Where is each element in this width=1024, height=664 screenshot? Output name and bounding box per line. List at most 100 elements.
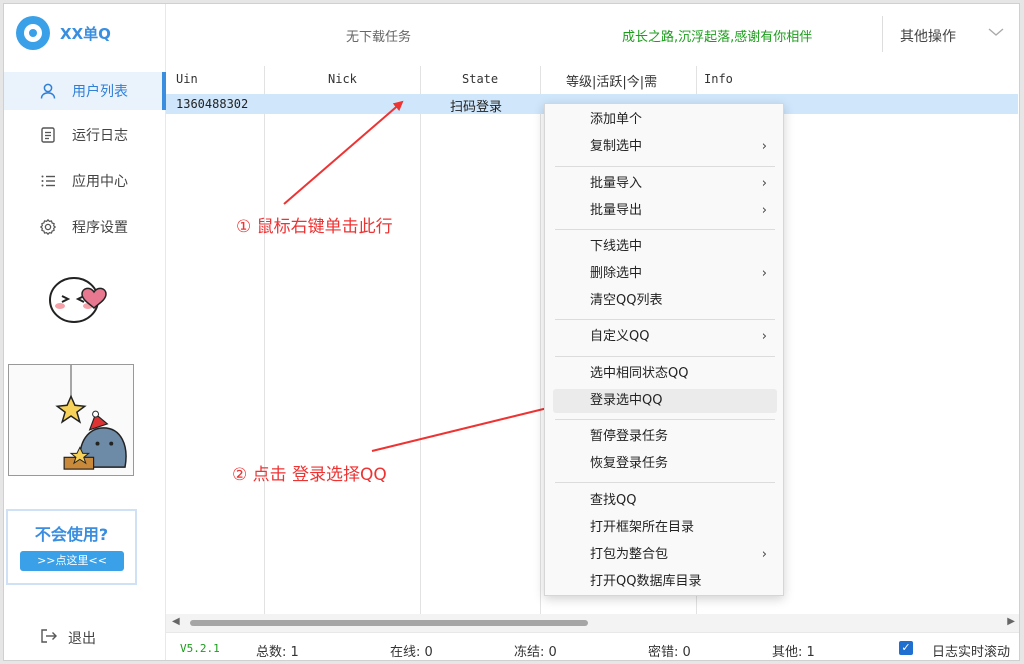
- menu-item-add-single[interactable]: 添加单个: [553, 108, 777, 132]
- annotation-step-2: ② 点击 登录选择QQ: [232, 465, 387, 485]
- menu-item-label: 清空QQ列表: [590, 293, 663, 308]
- menu-separator: [555, 166, 775, 167]
- exit-label: 退出: [68, 631, 96, 647]
- menu-separator: [555, 482, 775, 483]
- menu-item-pause-login[interactable]: 暂停登录任务: [553, 425, 777, 449]
- menu-item-label: 打开框架所在目录: [590, 520, 695, 535]
- menu-item-find-qq[interactable]: 查找QQ: [553, 489, 777, 513]
- menu-item-label: 复制选中: [590, 139, 643, 154]
- sidebar-item-label: 程序设置: [72, 220, 128, 236]
- menu-item-label: 恢复登录任务: [590, 456, 669, 471]
- menu-item-label: 登录选中QQ: [590, 393, 663, 408]
- sidebar-item-run-log[interactable]: 运行日志: [4, 116, 166, 154]
- column-divider: [264, 66, 265, 614]
- column-header-nick[interactable]: Nick: [328, 72, 357, 86]
- status-bar: V5.2.1 总数: 1 在线: 0 冻结: 0 密错: 0 其他: 1 ✓ 日…: [166, 632, 1019, 660]
- menu-item-clear-list[interactable]: 清空QQ列表: [553, 289, 777, 313]
- sidebar-item-label: 运行日志: [72, 128, 128, 144]
- online-count: 在线: 0: [390, 645, 433, 660]
- sidebar: XX单Q 用户列表 运行日志 应用中心 程序设置 不会使用? >>点这里<< 退…: [4, 4, 166, 660]
- menu-separator: [555, 356, 775, 357]
- menu-item-resume-login[interactable]: 恢复登录任务: [553, 452, 777, 476]
- menu-item-label: 自定义QQ: [590, 329, 650, 344]
- other-count: 其他: 1: [772, 645, 815, 660]
- log-scroll-label: 日志实时滚动: [932, 645, 1011, 660]
- menu-item-open-framework-dir[interactable]: 打开框架所在目录: [553, 516, 777, 540]
- menu-item-label: 删除选中: [590, 266, 643, 281]
- document-icon: [38, 125, 58, 145]
- chevron-right-icon: ›: [761, 139, 767, 154]
- password-error-count: 密错: 0: [648, 645, 691, 660]
- column-divider: [540, 66, 541, 614]
- menu-separator: [555, 419, 775, 420]
- menu-item-batch-import[interactable]: 批量导入 ›: [553, 172, 777, 196]
- app-title: XX单Q: [60, 24, 111, 43]
- menu-item-pack-bundle[interactable]: 打包为整合包 ›: [553, 543, 777, 567]
- help-box[interactable]: 不会使用? >>点这里<<: [6, 509, 137, 585]
- context-menu: 添加单个 复制选中 › 批量导入 › 批量导出 › 下线选中 删除选中 › 清空QQ列表…: [544, 103, 784, 596]
- scroll-left-icon[interactable]: ◀: [172, 616, 180, 627]
- app-window: XX单Q 用户列表 运行日志 应用中心 程序设置 不会使用? >>点这里<< 退…: [3, 3, 1020, 661]
- log-scroll-checkbox[interactable]: ✓: [899, 641, 913, 655]
- sidebar-item-label: 应用中心: [72, 174, 128, 190]
- menu-item-label: 添加单个: [590, 112, 643, 127]
- sidebar-item-settings[interactable]: 程序设置: [4, 208, 166, 246]
- menu-item-batch-export[interactable]: 批量导出 ›: [553, 199, 777, 223]
- exit-button[interactable]: 退出: [40, 628, 96, 648]
- sidebar-item-app-center[interactable]: 应用中心: [4, 162, 166, 200]
- menu-item-label: 打包为整合包: [590, 547, 669, 562]
- menu-separator: [555, 319, 775, 320]
- help-button[interactable]: >>点这里<<: [20, 551, 124, 571]
- frozen-count: 冻结: 0: [514, 645, 557, 660]
- annotation-step-1: ① 鼠标右键单击此行: [236, 217, 393, 237]
- logout-icon: [40, 628, 58, 648]
- help-title: 不会使用?: [34, 525, 109, 544]
- menu-item-label: 下线选中: [590, 239, 643, 254]
- menu-item-label: 查找QQ: [590, 493, 637, 508]
- menu-item-open-db-dir[interactable]: 打开QQ数据库目录: [553, 570, 777, 594]
- menu-item-offline-selected[interactable]: 下线选中: [553, 235, 777, 259]
- column-header-uin[interactable]: Uin: [176, 72, 198, 86]
- menu-item-label: 批量导出: [590, 203, 643, 218]
- column-divider: [420, 66, 421, 614]
- chevron-right-icon: ›: [761, 203, 767, 218]
- menu-separator: [555, 229, 775, 230]
- menu-item-login-selected[interactable]: 登录选中QQ: [553, 389, 777, 413]
- sidebar-item-user-list[interactable]: 用户列表: [4, 72, 166, 110]
- horizontal-scrollbar[interactable]: ◀ ▶: [166, 614, 1019, 632]
- menu-item-delete-selected[interactable]: 删除选中 ›: [553, 262, 777, 286]
- sticker-cat-star-image: [8, 364, 134, 476]
- menu-item-custom-qq[interactable]: 自定义QQ ›: [553, 325, 777, 349]
- app-logo: XX单Q: [16, 16, 111, 50]
- total-count: 总数: 1: [256, 645, 299, 660]
- menu-item-select-same-state[interactable]: 选中相同状态QQ: [553, 362, 777, 386]
- list-icon: [38, 171, 58, 191]
- column-header-level[interactable]: 等级|活跃|今|需: [566, 71, 657, 90]
- menu-item-label: 打开QQ数据库目录: [590, 574, 702, 589]
- chevron-right-icon: ›: [761, 329, 767, 344]
- version-label: V5.2.1: [180, 642, 220, 655]
- menu-item-label: 选中相同状态QQ: [590, 366, 689, 381]
- chevron-right-icon: ›: [761, 176, 767, 191]
- menu-item-copy-selected[interactable]: 复制选中 ›: [553, 135, 777, 159]
- cell-state: 扫码登录: [450, 100, 503, 115]
- column-header-state[interactable]: State: [462, 72, 498, 86]
- scroll-right-icon[interactable]: ▶: [1007, 616, 1015, 627]
- menu-item-label: 批量导入: [590, 176, 643, 191]
- chevron-down-icon[interactable]: [988, 26, 1004, 40]
- menu-item-label: 暂停登录任务: [590, 429, 669, 444]
- logo-icon: [16, 16, 50, 50]
- gear-icon: [38, 217, 58, 237]
- chevron-right-icon: ›: [761, 547, 767, 562]
- user-icon: [38, 81, 58, 101]
- column-header-info[interactable]: Info: [704, 72, 733, 86]
- chevron-right-icon: ›: [761, 266, 767, 281]
- download-status: 无下载任务: [346, 30, 412, 45]
- scrollbar-thumb[interactable]: [190, 620, 588, 626]
- cell-uin: 1360488302: [176, 97, 249, 111]
- slogan-text: 成长之路,沉浮起落,感谢有你相伴: [622, 30, 813, 45]
- sticker-blush-face-image: [49, 277, 107, 323]
- sidebar-item-label: 用户列表: [72, 84, 128, 100]
- other-ops-dropdown[interactable]: 其他操作: [900, 26, 956, 46]
- header-divider: [882, 16, 883, 52]
